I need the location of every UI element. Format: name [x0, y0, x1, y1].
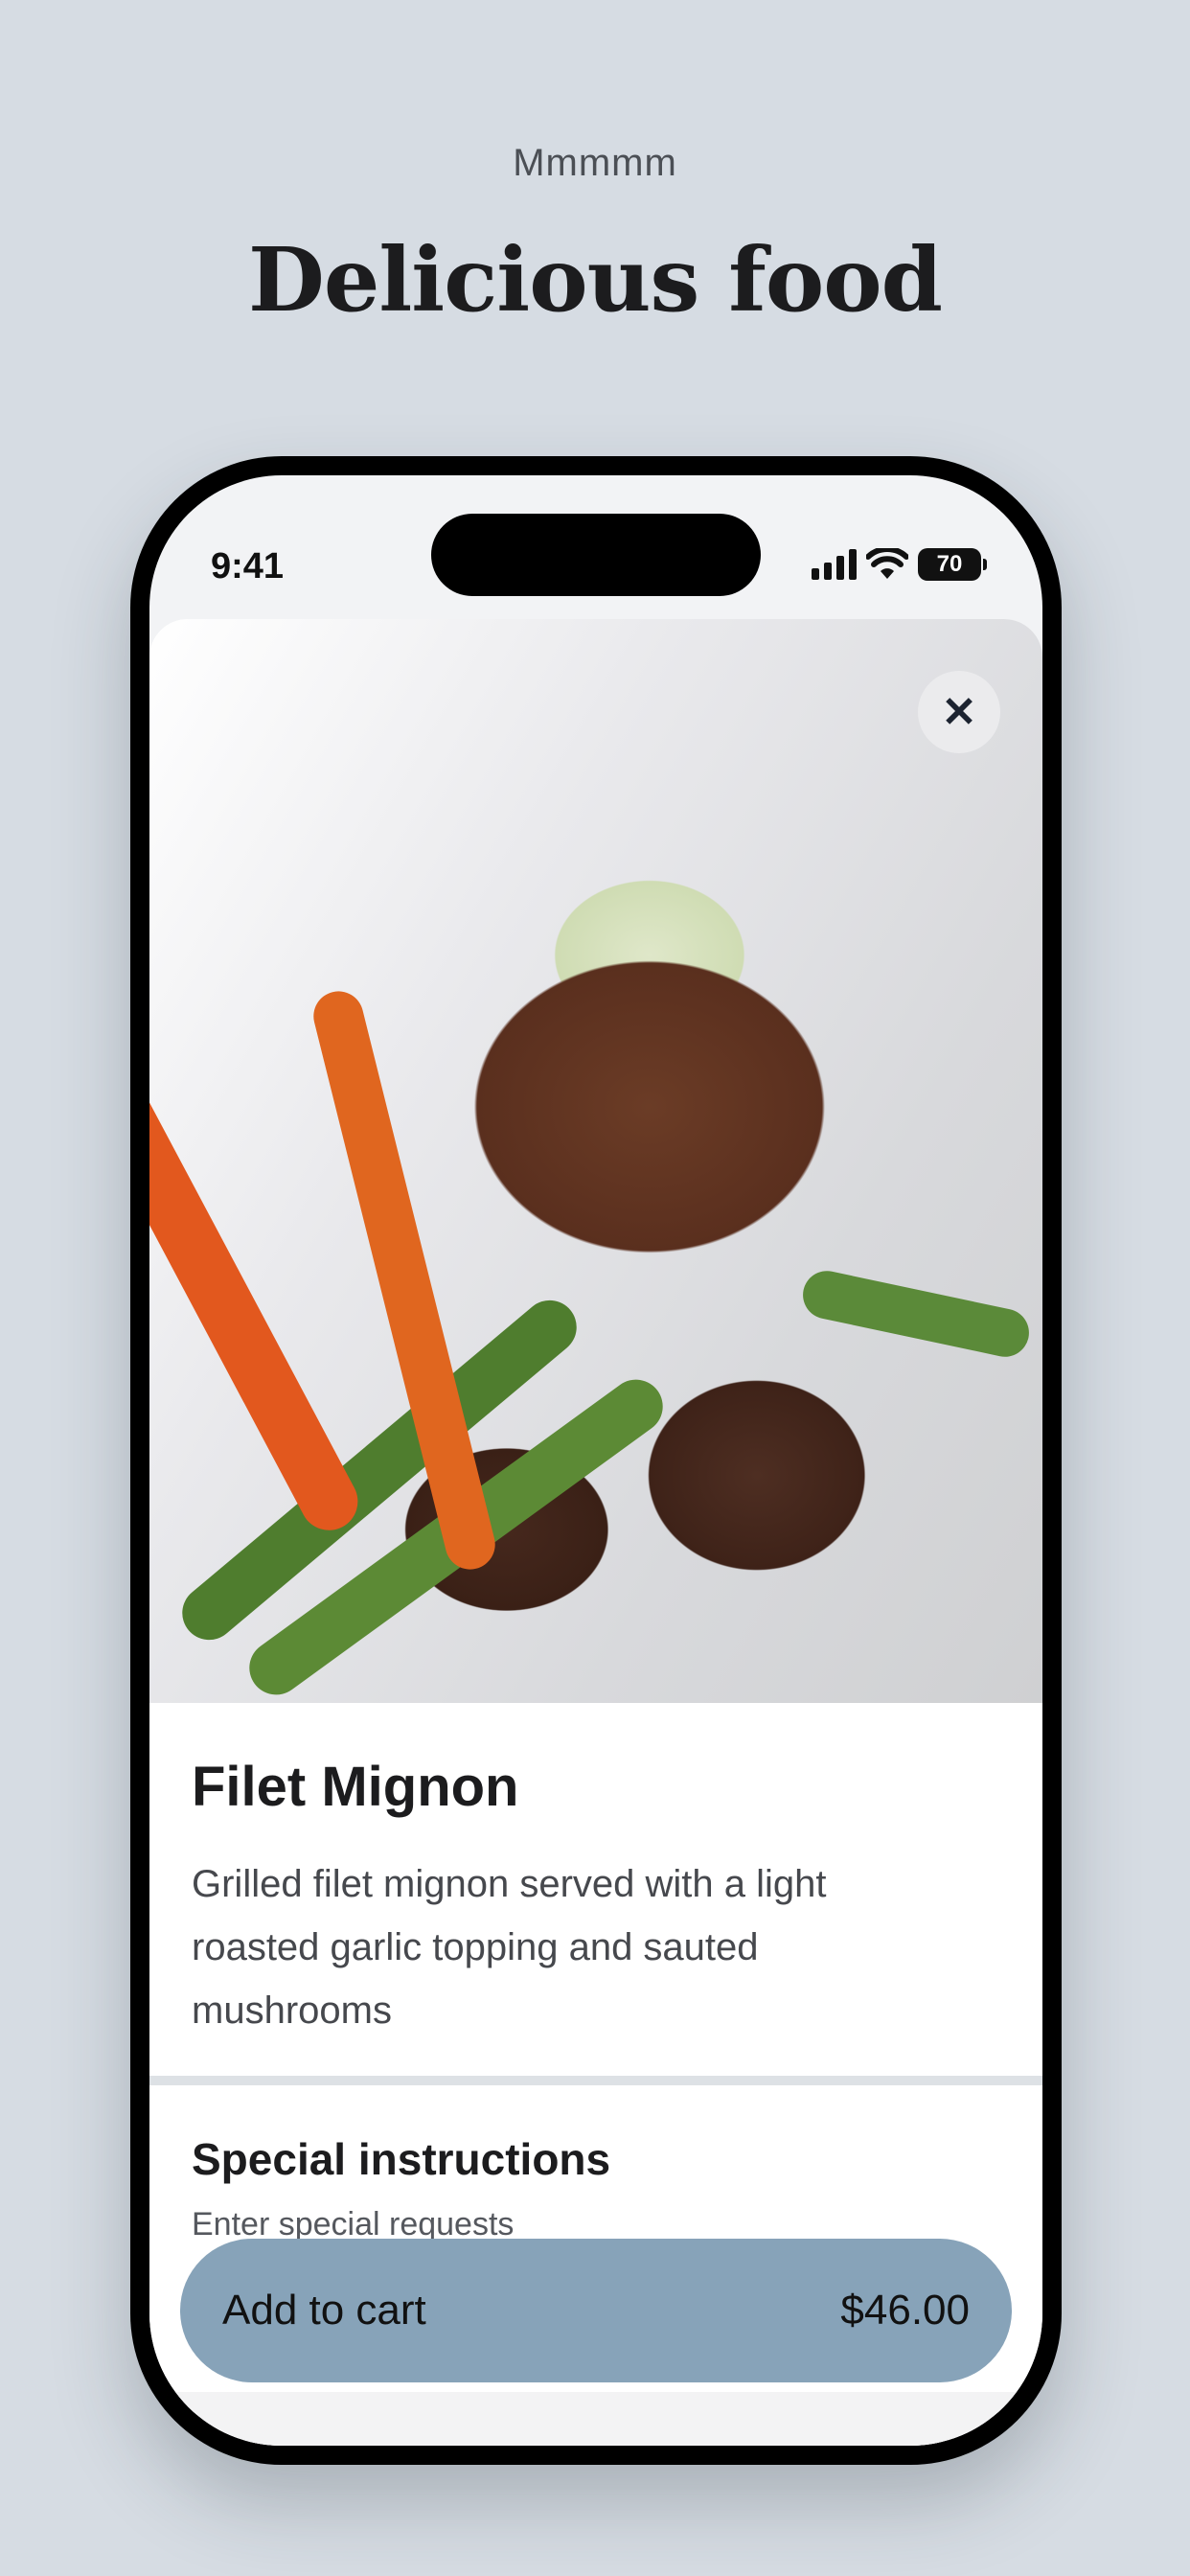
bottom-safe-area	[149, 2392, 1042, 2446]
status-icons: 70	[812, 546, 987, 583]
status-time: 9:41	[211, 546, 285, 586]
phone-screen: 9:41 70 ✕ Filet Mignon Grilled filet mig…	[149, 475, 1042, 2446]
add-to-cart-button[interactable]: Add to cart $46.00	[180, 2239, 1012, 2382]
wifi-icon	[866, 548, 908, 579]
close-button[interactable]: ✕	[918, 671, 1000, 753]
marketing-eyebrow: Mmmmm	[513, 142, 677, 184]
item-description: Grilled filet mignon served with a light…	[192, 1863, 827, 2032]
filet-mignon-photo: ✕	[149, 619, 1042, 1706]
item-detail-sheet: ✕ Filet Mignon Grilled filet mignon serv…	[149, 619, 1042, 2446]
dynamic-island	[431, 514, 761, 596]
close-icon: ✕	[941, 688, 977, 736]
battery-icon: 70	[918, 548, 987, 581]
item-name: Filet Mignon	[192, 1756, 519, 1818]
phone-frame: 9:41 70 ✕ Filet Mignon Grilled filet mig…	[130, 456, 1062, 2465]
add-to-cart-label: Add to cart	[222, 2287, 426, 2334]
section-divider	[149, 2076, 1042, 2085]
cart-price: $46.00	[840, 2287, 970, 2334]
special-instructions-title: Special instructions	[192, 2134, 611, 2184]
marketing-headline: Delicious food	[248, 228, 943, 332]
cellular-signal-icon	[812, 549, 857, 580]
